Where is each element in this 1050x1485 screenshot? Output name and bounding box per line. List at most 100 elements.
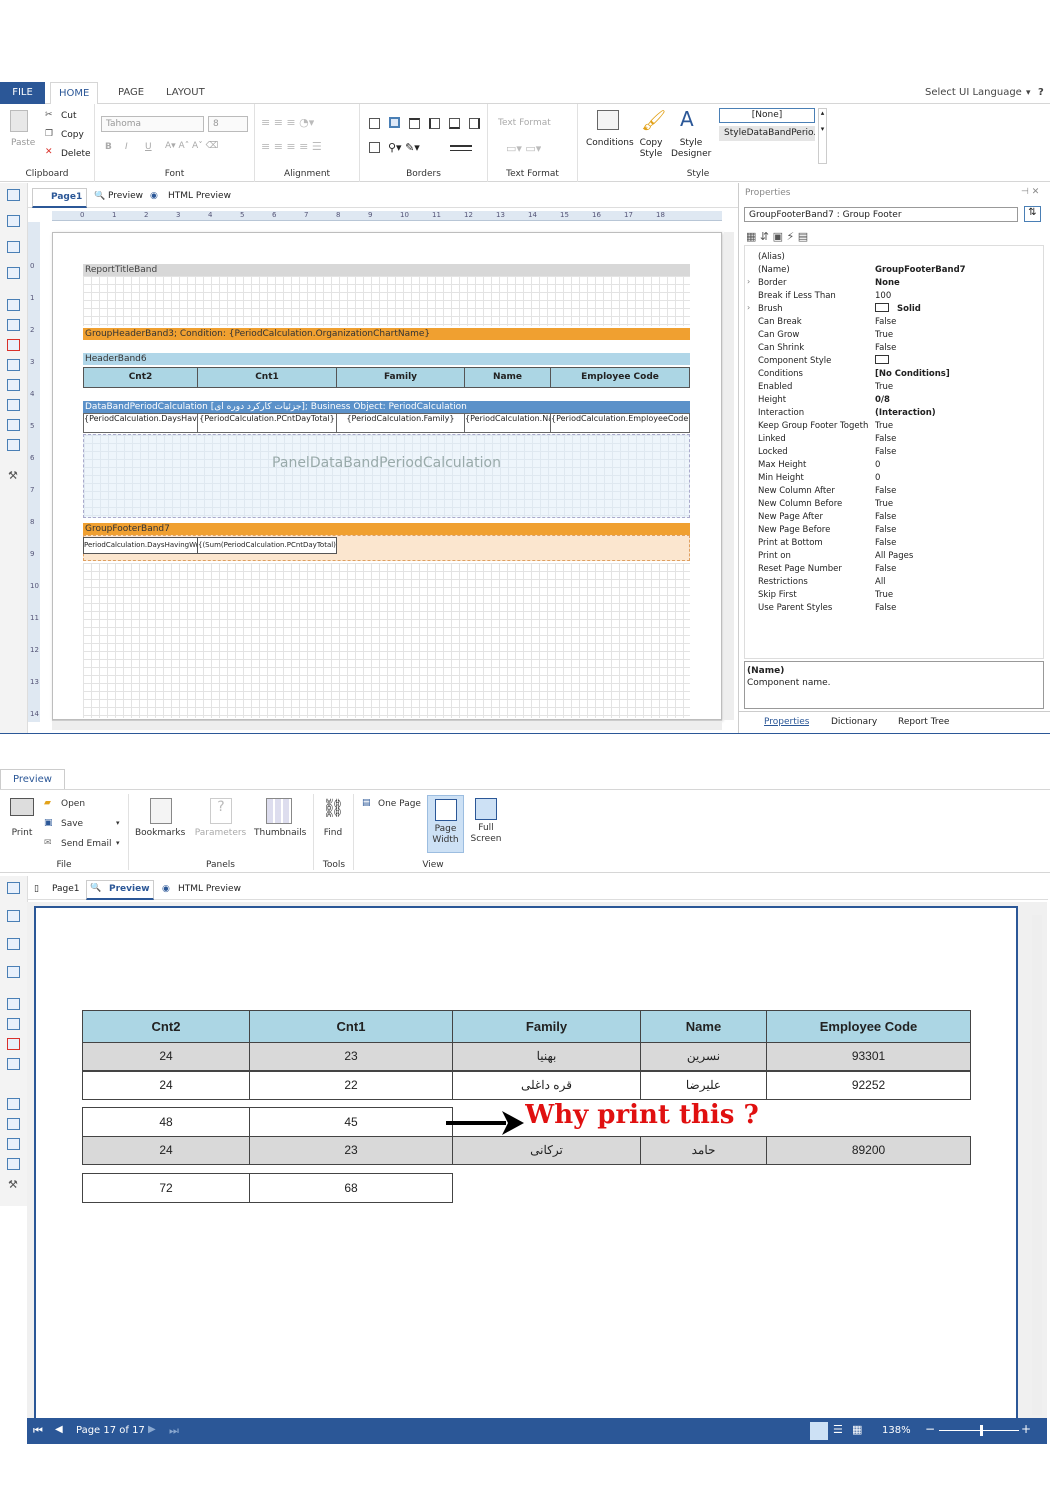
style-item[interactable]: StyleDataBandPerio... [719, 126, 815, 141]
tool-richtext-icon[interactable] [7, 1018, 20, 1030]
font-size-select[interactable]: 8 [208, 116, 248, 132]
tool-band-icon[interactable] [7, 882, 20, 894]
tool-component-icon[interactable] [7, 241, 20, 253]
two-page-view-icon[interactable]: ☰ [833, 1423, 843, 1436]
tab-report-tree[interactable]: Report Tree [898, 717, 949, 727]
format-icons[interactable]: ▭▾ ▭▾ [506, 142, 541, 155]
property-value[interactable] [875, 355, 897, 368]
report-title-band[interactable]: ReportTitleBand [83, 264, 690, 276]
vertical-scrollbar[interactable] [724, 232, 734, 720]
italic-button[interactable]: I [125, 142, 128, 152]
zoom-slider-handle[interactable] [980, 1425, 983, 1436]
property-value[interactable]: 0 [875, 459, 880, 472]
header-cell-employee-code[interactable]: Employee Code [550, 367, 690, 388]
tab-dictionary[interactable]: Dictionary [831, 717, 877, 727]
header-cell-family[interactable]: Family [336, 367, 465, 388]
preview-tab[interactable]: Preview [0, 769, 65, 789]
send-email-button[interactable]: Send Email [61, 839, 112, 849]
tab-preview[interactable]: Preview [108, 191, 143, 201]
tool-chart-icon[interactable] [7, 419, 20, 431]
pin-icon[interactable]: ⊣ ✕ [1021, 187, 1039, 197]
header-cell-name[interactable]: Name [464, 367, 551, 388]
border-outline-icon[interactable] [369, 142, 380, 153]
zoom-out-button[interactable]: − [925, 1422, 935, 1436]
full-screen-button[interactable]: Full Screen [469, 795, 503, 853]
print-button[interactable]: Print [8, 828, 36, 838]
header-cell-cnt2[interactable]: Cnt2 [83, 367, 198, 388]
tool-shape-icon[interactable] [7, 379, 20, 391]
property-value[interactable]: True [875, 420, 893, 433]
thumbnails-button[interactable]: Thumbnails [254, 828, 306, 838]
prev-page-button[interactable]: ◀ [55, 1424, 63, 1435]
tool-barcode-icon[interactable] [7, 1038, 20, 1050]
tool-chart-icon[interactable] [7, 1138, 20, 1150]
property-value[interactable]: False [875, 446, 896, 459]
save-dropdown-icon[interactable]: ▾ [116, 819, 120, 827]
property-value[interactable]: False [875, 511, 896, 524]
align-left-icons[interactable]: ≡ ≡ ≡ ≡ ☰ [261, 140, 322, 153]
parameters-button[interactable]: Parameters [193, 828, 248, 838]
property-value[interactable]: 0/8 [875, 394, 890, 407]
tab-html-preview[interactable]: HTML Preview [168, 191, 231, 201]
tool-checkbox-icon[interactable] [7, 399, 20, 411]
tool-image-icon[interactable] [7, 966, 20, 978]
single-page-view-icon[interactable] [810, 1422, 828, 1440]
tool-barcode-icon[interactable] [7, 339, 20, 351]
expand-icon[interactable]: › [747, 303, 750, 312]
tab-preview[interactable]: Preview [109, 884, 150, 894]
cut-button[interactable]: Cut [61, 111, 77, 121]
component-selector[interactable]: GroupFooterBand7 : Group Footer [744, 207, 1018, 222]
tool-crossband-icon[interactable] [7, 215, 20, 227]
header-cell-cnt1[interactable]: Cnt1 [197, 367, 337, 388]
property-value[interactable]: 0 [875, 472, 880, 485]
style-scroll[interactable]: ▴ ▾ [818, 108, 827, 164]
tool-text-icon[interactable] [7, 299, 20, 311]
fill-color-icon[interactable]: ⚲▾ ✎▾ [388, 141, 420, 154]
property-value[interactable]: All Pages [875, 550, 913, 563]
tools-icon[interactable]: ⚒ [8, 1178, 21, 1191]
delete-button[interactable]: Delete [61, 149, 91, 159]
tool-text-icon[interactable] [7, 998, 20, 1010]
tool-panel-icon[interactable] [7, 1058, 20, 1070]
one-page-button[interactable]: One Page [378, 799, 421, 809]
tool-image-icon[interactable] [7, 267, 20, 279]
data-cell-days[interactable]: {PeriodCalculation.DaysHavingWorkCount} [83, 413, 198, 433]
property-value[interactable]: True [875, 589, 893, 602]
next-page-button[interactable]: ▶ [148, 1424, 156, 1435]
data-cell-pcnt[interactable]: {PeriodCalculation.PCntDayTotal} [197, 413, 337, 433]
property-value[interactable]: False [875, 485, 896, 498]
property-toolbar-icons[interactable]: ▦ ⇵ ▣ ⚡ ▤ [746, 230, 808, 243]
tab-layout[interactable]: LAYOUT [158, 82, 213, 104]
last-page-button[interactable]: ⏭ [169, 1424, 179, 1438]
conditions-button[interactable]: Conditions [586, 138, 634, 148]
property-value[interactable]: False [875, 524, 896, 537]
property-value[interactable]: True [875, 498, 893, 511]
tool-band-icon[interactable] [7, 189, 20, 201]
bookmarks-button[interactable]: Bookmarks [135, 828, 185, 838]
zoom-in-button[interactable]: + [1021, 1422, 1031, 1436]
group-header-band[interactable]: GroupHeaderBand3; Condition: {PeriodCalc… [83, 328, 690, 340]
tool-gauge-icon[interactable] [7, 1158, 20, 1170]
tab-properties[interactable]: Properties [764, 717, 809, 727]
tool-shape-icon[interactable] [7, 1098, 20, 1110]
tool-panel-icon[interactable] [7, 359, 20, 371]
group-footer-band[interactable]: GroupFooterBand7 [83, 523, 690, 535]
property-value[interactable]: False [875, 433, 896, 446]
data-cell-name[interactable]: {PeriodCalculation.Name} [464, 413, 551, 433]
align-top-icons[interactable]: ≡ ≡ ≡ ◔▾ [261, 116, 314, 129]
horizontal-scrollbar[interactable] [52, 720, 722, 730]
property-value[interactable]: [No Conditions] [875, 368, 950, 381]
underline-button[interactable]: U [145, 142, 152, 152]
text-format-select[interactable]: Text Format [498, 118, 551, 128]
property-value[interactable]: (Interaction) [875, 407, 936, 420]
email-dropdown-icon[interactable]: ▾ [116, 839, 120, 847]
footer-cell-sum[interactable]: {(Sum(PeriodCalculation.PCntDayTotal)} [197, 537, 337, 554]
border-left-icon[interactable] [429, 118, 440, 129]
tab-home[interactable]: HOME [50, 82, 99, 105]
property-value[interactable]: True [875, 381, 893, 394]
line-style-icon[interactable] [450, 145, 472, 151]
tab-page1[interactable]: Page1 [32, 188, 87, 208]
open-button[interactable]: Open [61, 799, 85, 809]
property-value[interactable]: False [875, 602, 896, 615]
bold-button[interactable]: B [105, 142, 112, 152]
